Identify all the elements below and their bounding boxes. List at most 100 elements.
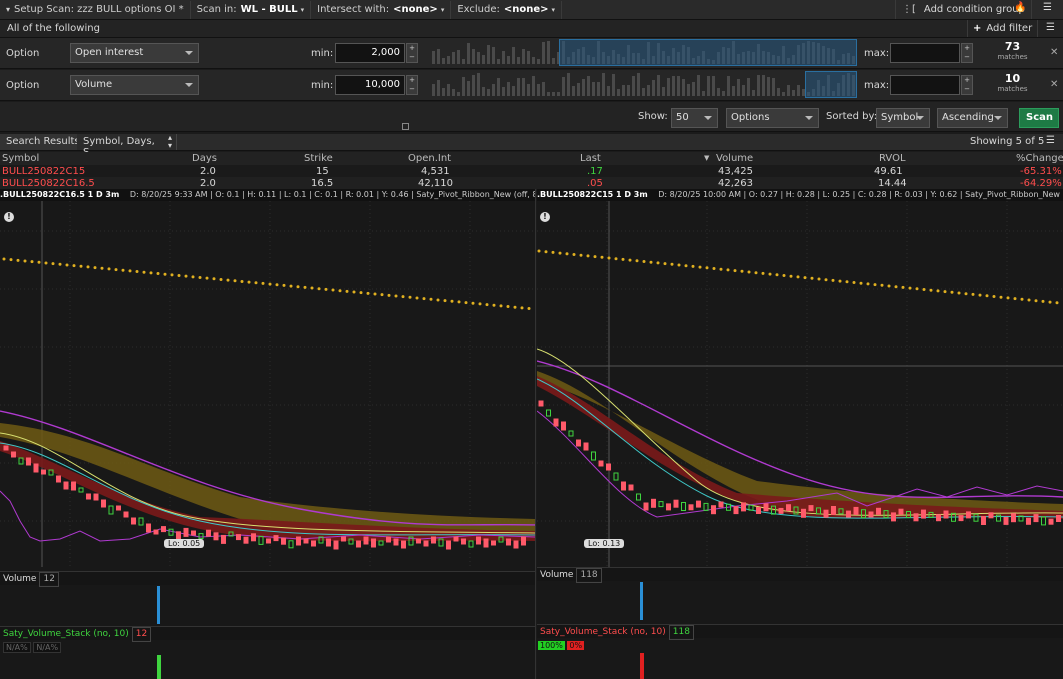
range-selection[interactable] [559, 39, 857, 66]
buy-percent-badge: 100% [538, 641, 565, 650]
candle-up [168, 528, 174, 536]
flame-icon[interactable]: 🔥 [1014, 2, 1026, 13]
pivot-dot [1027, 298, 1031, 302]
candle-down [673, 499, 679, 508]
sort-field-select[interactable]: Symbol [876, 108, 930, 128]
min-label: min: [311, 80, 334, 91]
pivot-dot [838, 279, 842, 283]
max-input[interactable] [890, 43, 960, 63]
max-input[interactable] [890, 75, 960, 95]
scan-type-select[interactable]: Options [726, 108, 819, 128]
price-chart-left[interactable] [0, 201, 536, 567]
add-condition-group-button[interactable]: ⋮[Add condition group [895, 0, 1032, 19]
pivot-dot [240, 279, 244, 283]
price-chart-right[interactable] [537, 201, 1063, 567]
min-stepper[interactable]: + − [406, 75, 418, 95]
volume-study-header: Volume 12 [0, 571, 535, 587]
range-selection[interactable] [805, 71, 857, 98]
min-stepper[interactable]: + − [406, 43, 418, 63]
header-volume[interactable]: Volume [716, 152, 753, 165]
chart-pane-left[interactable]: .BULL250822C16.5 1 D 3m D: 8/20/25 9:33 … [0, 189, 536, 679]
filter-row-open-interest: Option Open interest min: 2,000 + − max: … [0, 38, 1063, 69]
pivot-dot [817, 277, 821, 281]
candle-down [3, 445, 9, 451]
pivot-dot [705, 266, 709, 270]
scan-button[interactable]: Scan [1019, 108, 1059, 128]
histogram-bar [492, 47, 495, 64]
filter-field-value: Open interest [75, 47, 144, 58]
header-last[interactable]: Last [580, 152, 601, 165]
histogram-bar [452, 52, 455, 64]
tab-search-results[interactable]: Search Results [0, 134, 87, 150]
pivot-dot [866, 282, 870, 286]
pivot-dot [93, 266, 97, 270]
candle-down [453, 536, 459, 542]
pivot-dot [558, 251, 562, 255]
scan-in-selector[interactable]: Scan in: WL - BULL ▾ [191, 0, 312, 19]
pivot-dot [887, 284, 891, 288]
exclude-selector[interactable]: Exclude: <none> ▾ [451, 0, 563, 19]
candle-down [161, 526, 166, 533]
chart-pane-right[interactable]: .BULL250822C15 1 D 3m D: 8/20/25 10:00 A… [537, 189, 1063, 679]
min-input[interactable]: 2,000 [335, 43, 405, 63]
candle-down [576, 439, 581, 447]
filter-group-label: All of the following [7, 23, 100, 34]
candle-up [546, 409, 551, 417]
menu-icon[interactable]: ☰ [1046, 22, 1055, 33]
add-filter-button[interactable]: + Add filter [967, 20, 1039, 37]
histogram-bar [792, 90, 795, 96]
pivot-dot [684, 264, 688, 268]
header-rvol[interactable]: RVOL [879, 152, 906, 165]
show-count-select[interactable]: 50 [671, 108, 718, 128]
header-symbol[interactable]: Symbol [2, 152, 39, 165]
header-open-interest[interactable]: Open.Int [408, 152, 451, 165]
histogram-bar [762, 75, 765, 96]
histogram-bar [487, 45, 490, 64]
candle-down [416, 538, 421, 544]
pivot-dot [79, 264, 83, 268]
volume-bar [157, 586, 160, 624]
setup-scan-menu[interactable]: ▾ Setup Scan: zzz BULL options OI * [0, 0, 191, 19]
pivot-dot [894, 285, 898, 289]
close-icon[interactable]: ✕ [1050, 47, 1058, 58]
max-stepper[interactable]: + − [961, 75, 973, 95]
histogram-bar [772, 78, 775, 96]
filter-field-select[interactable]: Open interest [70, 43, 199, 63]
pivot-dot [177, 274, 181, 278]
tab-label: Search Results [6, 136, 80, 147]
header-strike[interactable]: Strike [304, 152, 333, 165]
candle-down [1003, 516, 1009, 525]
candle-down [423, 540, 429, 547]
histogram-bar [517, 78, 520, 96]
resize-handle-icon[interactable] [402, 123, 409, 130]
candle-down [831, 506, 836, 515]
histogram-bar [537, 59, 540, 64]
matches-number: 73 [1004, 40, 1021, 53]
histogram-bar [547, 41, 550, 64]
menu-icon[interactable]: ☰ [1046, 135, 1055, 146]
max-stepper[interactable]: + − [961, 43, 973, 63]
histogram-bar [557, 92, 560, 96]
close-icon[interactable]: ✕ [1050, 79, 1058, 90]
intersect-selector[interactable]: Intersect with: <none> ▾ [311, 0, 452, 19]
histogram-bar [527, 84, 530, 96]
candle-down [513, 540, 519, 549]
columns-select[interactable]: Symbol, Days, S...▴▾ [77, 134, 177, 158]
menu-icon[interactable]: ☰ [1043, 2, 1052, 13]
header-pct-change[interactable]: %Change [1016, 152, 1063, 165]
pivot-dot [198, 275, 202, 279]
header-days[interactable]: Days [192, 152, 217, 165]
min-label: min: [311, 48, 334, 59]
histogram-bar [487, 89, 490, 96]
histogram-bar [442, 58, 445, 64]
filter-field-select[interactable]: Volume [70, 75, 199, 95]
min-input[interactable]: 10,000 [335, 75, 405, 95]
histogram-bar [477, 52, 480, 64]
candle-down [1048, 518, 1054, 525]
pivot-dots [2, 257, 531, 311]
pivot-dot [1041, 299, 1045, 303]
scan-in-value: WL - BULL [240, 4, 298, 15]
volume-study-header: Volume 118 [537, 567, 1063, 583]
pivot-dot [191, 275, 195, 279]
sort-order-select[interactable]: Ascending [937, 108, 1008, 128]
